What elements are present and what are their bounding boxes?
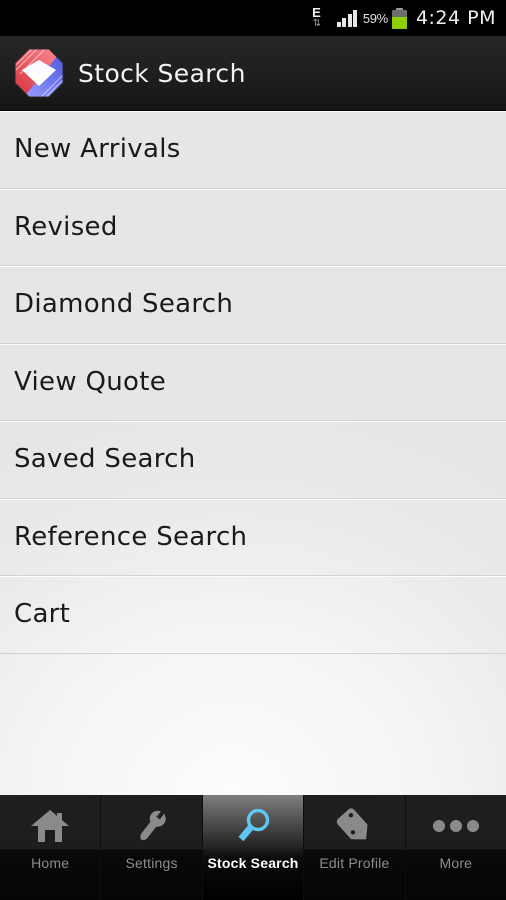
tab-edit-profile[interactable]: Edit Profile xyxy=(304,795,406,900)
edge-network-icon: E ⇅ xyxy=(312,6,321,30)
list-item-label: Cart xyxy=(14,599,71,630)
list-item[interactable]: Reference Search xyxy=(0,499,506,576)
list-item-label: Reference Search xyxy=(14,521,248,552)
list-item-label: Diamond Search xyxy=(14,289,234,320)
list-item-label: View Quote xyxy=(14,366,167,397)
tab-home[interactable]: Home xyxy=(0,795,102,900)
tab-stock-search[interactable]: Stock Search xyxy=(202,795,305,900)
tab-label: More xyxy=(439,855,473,871)
pencil-icon xyxy=(334,798,374,853)
magnifier-icon xyxy=(233,798,273,853)
home-icon xyxy=(30,798,70,853)
wrench-icon xyxy=(132,798,172,853)
list-item-label: Revised xyxy=(14,211,118,242)
list-item[interactable]: Revised xyxy=(0,189,506,266)
tab-more[interactable]: More xyxy=(405,795,506,900)
tab-settings[interactable]: Settings xyxy=(101,795,203,900)
phone-screen: E ⇅ 59% 4:24 PM Stock Search New Arrival… xyxy=(0,0,506,900)
tab-label: Edit Profile xyxy=(319,855,390,871)
bottom-tab-bar: Home Settings Stock Search Edit Profile … xyxy=(0,795,506,900)
battery-icon xyxy=(391,7,407,29)
page-title: Stock Search xyxy=(78,58,246,88)
list-item[interactable]: View Quote xyxy=(0,344,506,421)
tab-label: Stock Search xyxy=(207,855,299,871)
signal-strength-icon xyxy=(336,9,359,27)
list-item-label: Saved Search xyxy=(14,444,196,475)
list-item[interactable]: Saved Search xyxy=(0,421,506,499)
list-item[interactable]: Diamond Search xyxy=(0,266,506,344)
diamond-octagon-logo-icon xyxy=(14,48,64,98)
clock-label: 4:24 PM xyxy=(415,7,496,29)
battery-percent-label: 59% xyxy=(362,10,388,26)
list-item-label: New Arrivals xyxy=(14,134,181,165)
list-item[interactable]: Cart xyxy=(0,576,506,654)
menu-list: New Arrivals Revised Diamond Search View… xyxy=(0,111,506,795)
tab-label: Home xyxy=(31,855,70,871)
status-bar: E ⇅ 59% 4:24 PM xyxy=(0,0,506,36)
list-item[interactable]: New Arrivals xyxy=(0,111,506,189)
app-header: Stock Search xyxy=(0,36,506,111)
ellipsis-icon xyxy=(432,798,480,853)
tab-label: Settings xyxy=(125,855,178,871)
data-transfer-arrows-icon: ⇅ xyxy=(312,18,321,29)
